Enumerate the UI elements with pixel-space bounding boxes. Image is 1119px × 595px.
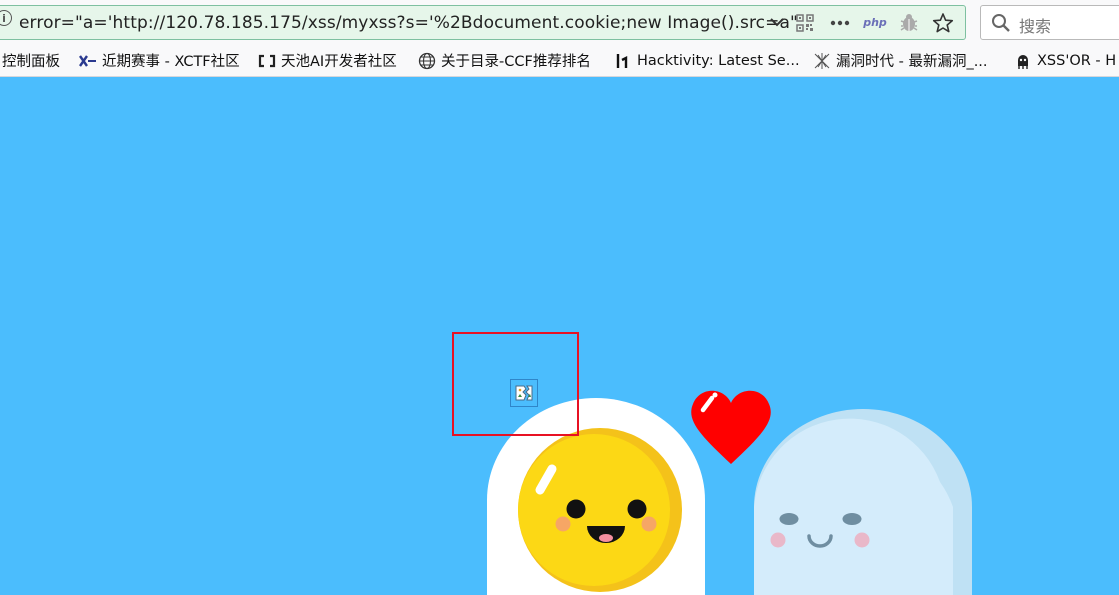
url-text[interactable]: error="a='http://120.78.185.175/xss/myxs… [19, 13, 798, 33]
search-placeholder: 搜索 [1019, 17, 1052, 36]
bookmark-vulnerability-era[interactable]: 漏洞时代 - 最新漏洞_... [813, 45, 988, 76]
globe-icon [418, 52, 436, 70]
broken-image-icon[interactable] [510, 379, 538, 407]
heart-icon [691, 390, 771, 464]
bookmark-label: 控制面板 [2, 54, 60, 70]
bookmark-xssor[interactable]: XSS'OR - H [1014, 45, 1116, 76]
magnifier-icon [991, 13, 1011, 37]
bookmark-label: 近期赛事 - XCTF社区 [102, 54, 240, 70]
qr-code-icon[interactable] [793, 6, 817, 39]
bug-extension-icon[interactable] [897, 6, 921, 39]
chevron-down-icon[interactable] [765, 6, 789, 39]
bookmark-label: 天池AI开发者社区 [281, 54, 397, 70]
bookmark-label: 漏洞时代 - 最新漏洞_... [836, 54, 988, 70]
more-icon[interactable] [827, 6, 853, 39]
tianchi-icon [258, 52, 276, 70]
vulnerability-era-icon [813, 52, 831, 70]
bookmark-label: 关于目录-CCF推荐排名 [441, 54, 591, 70]
bookmark-tianchi[interactable]: 天池AI开发者社区 [258, 45, 397, 76]
bookmark-label: XSS'OR - H [1037, 52, 1117, 69]
bookmark-label: Hacktivity: Latest Se... [637, 52, 800, 69]
bookmark-star-icon[interactable] [929, 6, 957, 39]
php-extension-icon[interactable]: php [861, 6, 889, 39]
bookmark-ccf[interactable]: 关于目录-CCF推荐排名 [418, 45, 591, 76]
ghost-character [754, 409, 972, 595]
bookmark-control-panel[interactable]: 控制面板 [2, 45, 60, 76]
xssor-icon [1014, 52, 1032, 70]
bookmark-xctf[interactable]: 近期赛事 - XCTF社区 [79, 45, 240, 76]
hackerone-icon [614, 52, 632, 70]
navigation-toolbar: error="a='http://120.78.185.175/xss/myxs… [0, 0, 1119, 45]
bookmark-hackerone[interactable]: Hacktivity: Latest Se... [614, 45, 800, 76]
search-box[interactable]: 搜索 [980, 5, 1119, 40]
xctf-icon [79, 52, 97, 70]
page-content [0, 77, 1119, 595]
url-bar[interactable]: error="a='http://120.78.185.175/xss/myxs… [0, 5, 966, 40]
bookmarks-toolbar: 控制面板 近期赛事 - XCTF社区 天池AI开发者社区 关于目录-CCF推荐排… [0, 45, 1119, 77]
